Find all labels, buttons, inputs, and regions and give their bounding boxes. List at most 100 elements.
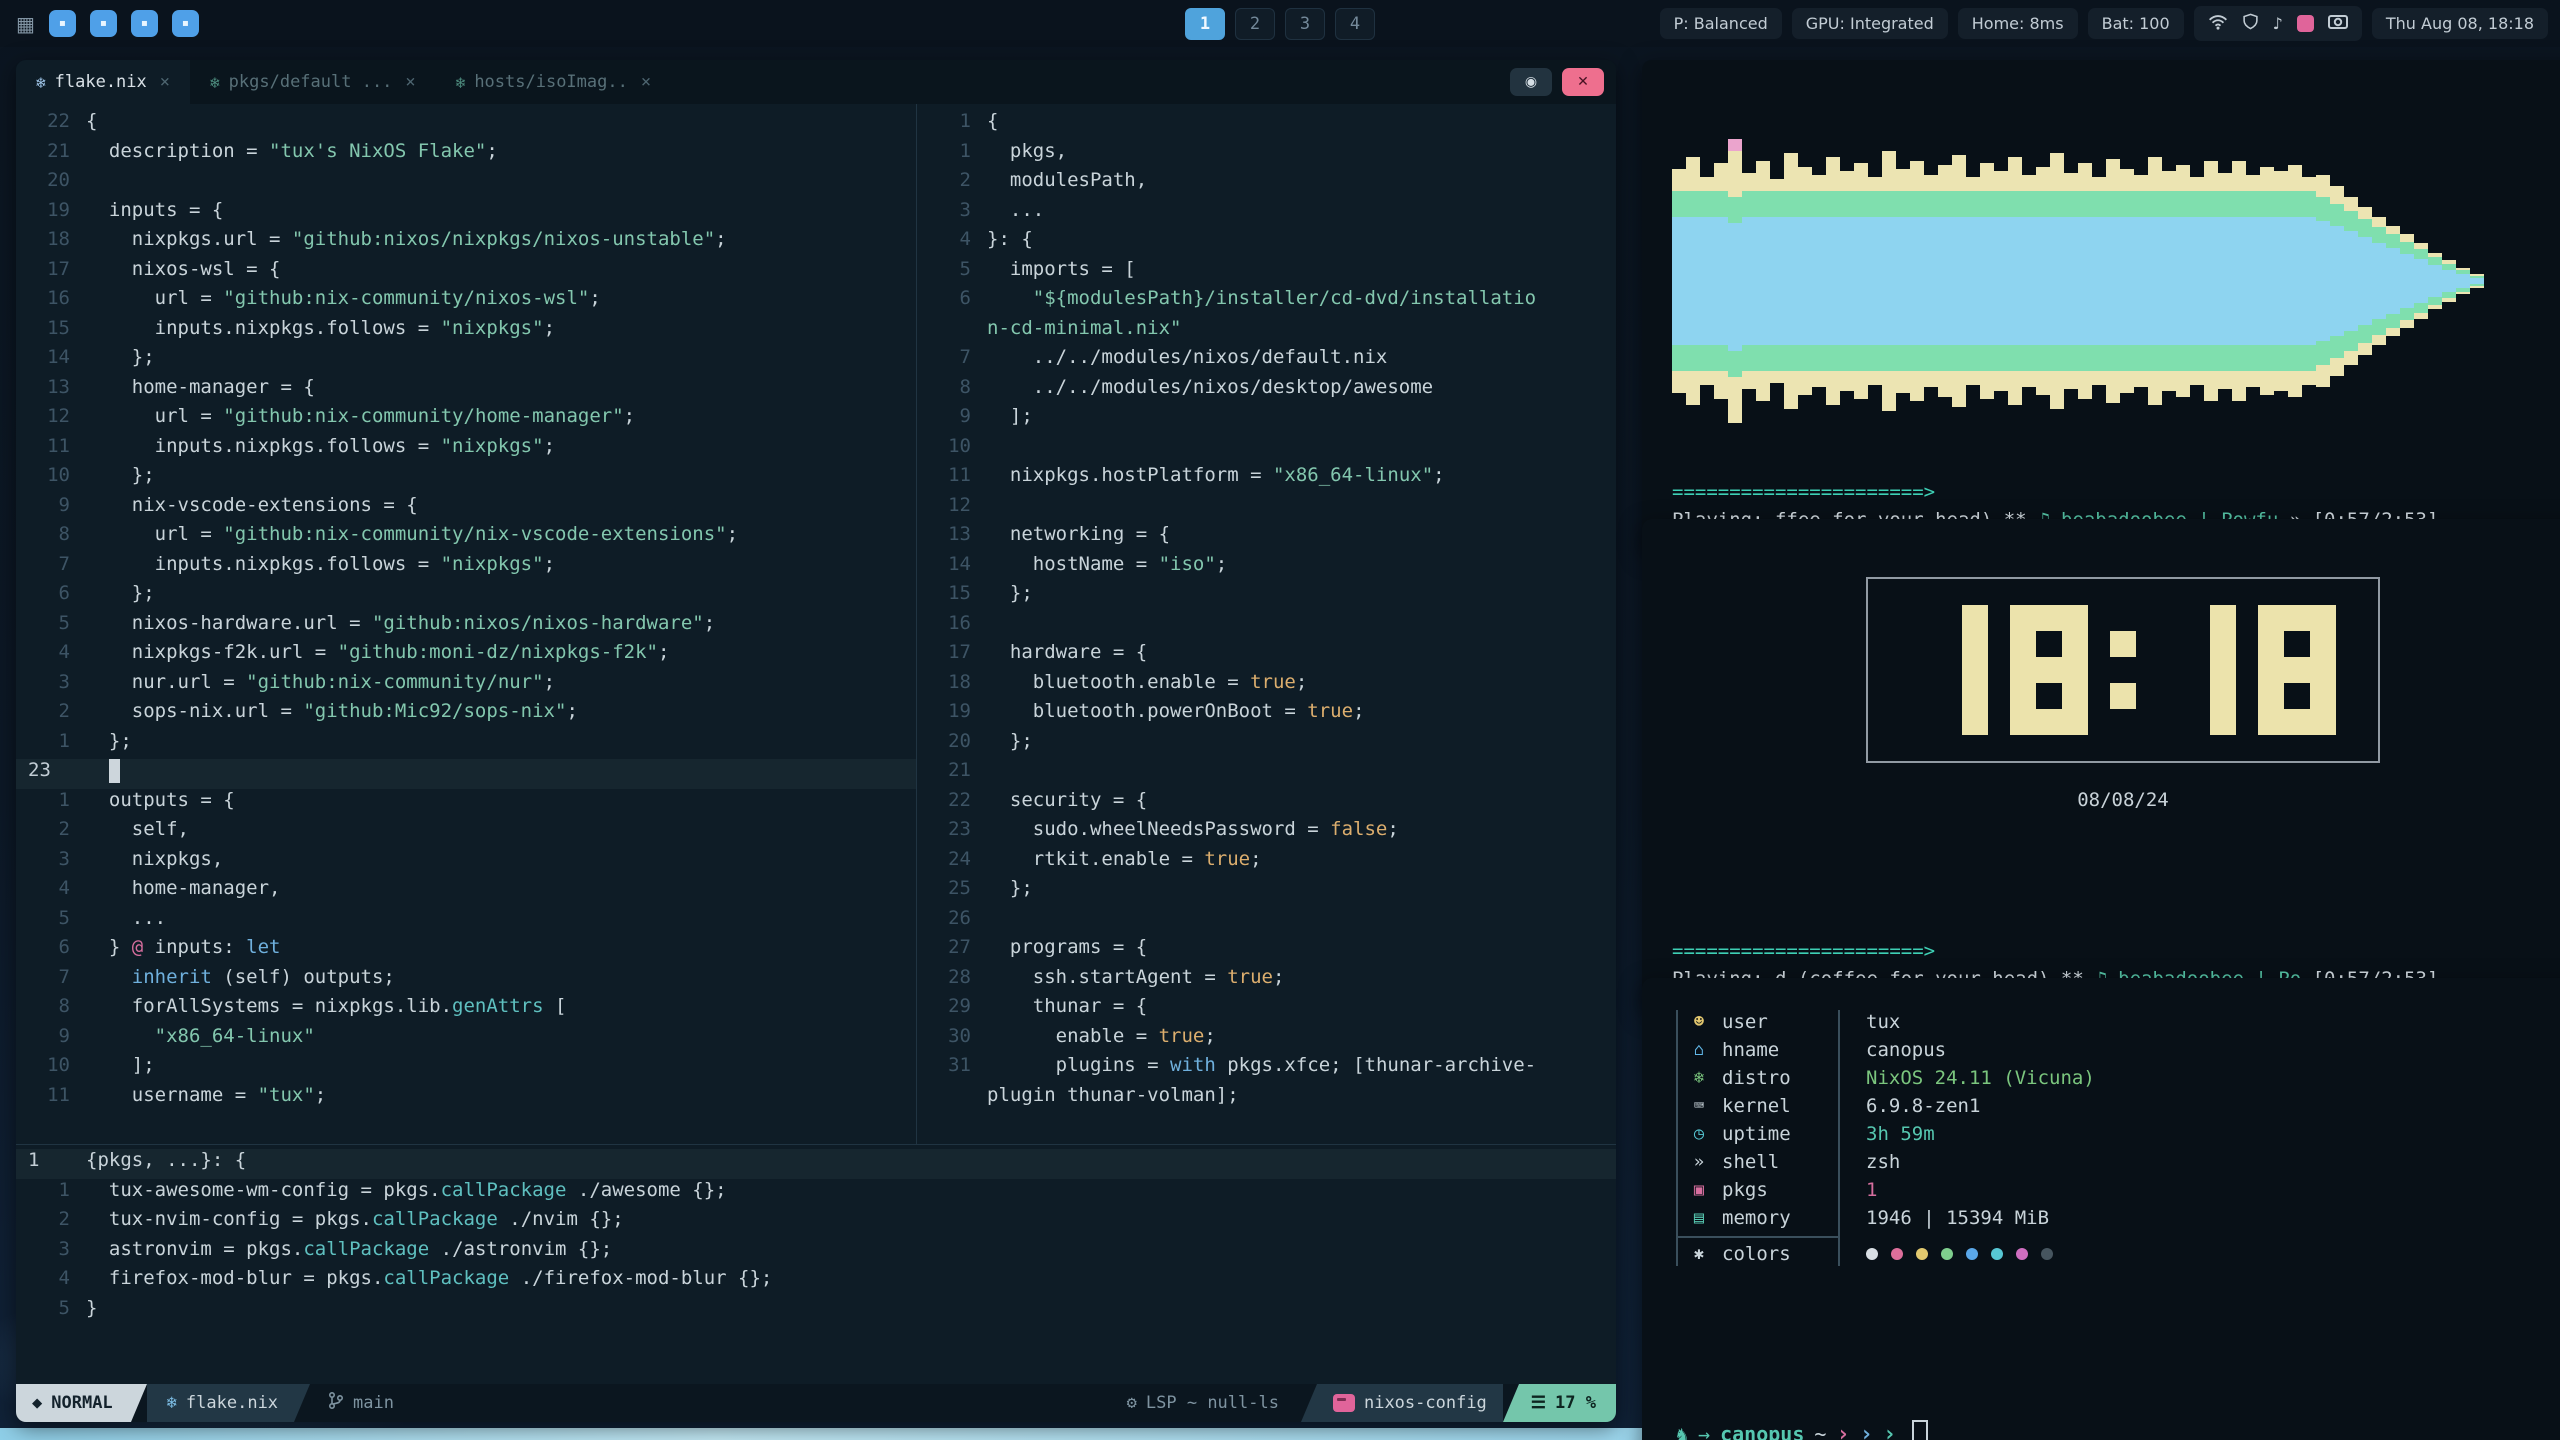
workspace-3[interactable]: 3 (1285, 8, 1325, 40)
code-line[interactable]: 22{ (16, 110, 916, 140)
code-line[interactable]: plugin thunar-volman]; (917, 1084, 1616, 1114)
code-line[interactable]: 19 inputs = { (16, 199, 916, 229)
code-line[interactable]: 9 nix-vscode-extensions = { (16, 494, 916, 524)
code-line[interactable]: 11 nixpkgs.hostPlatform = "x86_64-linux"… (917, 464, 1616, 494)
tab-pkgs-default[interactable]: ❄ pkgs/default ... × (190, 60, 436, 104)
code-line[interactable]: 1 pkgs, (917, 140, 1616, 170)
tag-icon[interactable]: ▪ (172, 10, 199, 37)
code-line[interactable]: 6 "${modulesPath}/installer/cd-dvd/insta… (917, 287, 1616, 317)
workspace-2[interactable]: 2 (1235, 8, 1275, 40)
code-line[interactable]: 10 }; (16, 464, 916, 494)
code-line[interactable]: n-cd-minimal.nix" (917, 317, 1616, 347)
code-line[interactable]: 30 enable = true; (917, 1025, 1616, 1055)
code-line[interactable]: 2 sops-nix.url = "github:Mic92/sops-nix"… (16, 700, 916, 730)
tag-icon[interactable]: ▪ (90, 10, 117, 37)
code-line[interactable]: 14 }; (16, 346, 916, 376)
code-line[interactable]: 4 home-manager, (16, 877, 916, 907)
code-line[interactable]: 10 ]; (16, 1054, 916, 1084)
code-line[interactable]: 4 firefox-mod-blur = pkgs.callPackage ./… (16, 1267, 1616, 1297)
titlebar-toggle-button[interactable]: ◉ (1510, 68, 1552, 96)
code-line[interactable]: 2 self, (16, 818, 916, 848)
code-line[interactable]: 1{pkgs, ...}: { (16, 1149, 1616, 1179)
code-line[interactable]: 4 nixpkgs-f2k.url = "github:moni-dz/nixp… (16, 641, 916, 671)
code-line[interactable]: 9 "x86_64-linux" (16, 1025, 916, 1055)
code-line[interactable]: 10 (917, 435, 1616, 465)
code-line[interactable]: 21 (917, 759, 1616, 789)
code-line[interactable]: 15 }; (917, 582, 1616, 612)
recorder-indicator[interactable] (2297, 15, 2314, 32)
neovim-window[interactable]: ❄ flake.nix × ❄ pkgs/default ... × ❄ hos… (16, 60, 1616, 1422)
code-line[interactable]: 15 inputs.nixpkgs.follows = "nixpkgs"; (16, 317, 916, 347)
code-line[interactable]: 11 inputs.nixpkgs.follows = "nixpkgs"; (16, 435, 916, 465)
volume-icon[interactable]: ♪ (2273, 16, 2283, 32)
vpn-shield-icon[interactable] (2242, 12, 2259, 35)
terminal-window[interactable]: ☻usertux⌂hnamecanopus❄distroNixOS 24.11 … (1642, 978, 2560, 1440)
code-line[interactable]: 3 ... (917, 199, 1616, 229)
code-line[interactable]: 5 imports = [ (917, 258, 1616, 288)
code-line[interactable]: 16 url = "github:nix-community/nixos-wsl… (16, 287, 916, 317)
code-line[interactable]: 19 bluetooth.powerOnBoot = true; (917, 700, 1616, 730)
code-line[interactable]: 20 }; (917, 730, 1616, 760)
code-line[interactable]: 1{ (917, 110, 1616, 140)
code-line[interactable]: 11 username = "tux"; (16, 1084, 916, 1114)
editor-pane-flake[interactable]: 22{21 description = "tux's NixOS Flake";… (16, 104, 916, 1144)
code-line[interactable]: 7 inputs.nixpkgs.follows = "nixpkgs"; (16, 553, 916, 583)
launcher-icon[interactable]: ▦ (16, 12, 35, 36)
music-visualizer-window[interactable]: ======================> Playing: ffee fo… (1642, 60, 2560, 551)
code-line[interactable]: 17 hardware = { (917, 641, 1616, 671)
tab-flake-nix[interactable]: ❄ flake.nix × (16, 60, 190, 104)
workspace-1[interactable]: 1 (1185, 8, 1225, 40)
code-line[interactable]: 13 home-manager = { (16, 376, 916, 406)
code-line[interactable]: 27 programs = { (917, 936, 1616, 966)
screenshot-icon[interactable] (2328, 13, 2348, 34)
code-line[interactable]: 13 networking = { (917, 523, 1616, 553)
code-line[interactable]: 5 nixos-hardware.url = "github:nixos/nix… (16, 612, 916, 642)
workspace-4[interactable]: 4 (1335, 8, 1375, 40)
code-line[interactable]: 18 nixpkgs.url = "github:nixos/nixpkgs/n… (16, 228, 916, 258)
code-line[interactable]: 12 (917, 494, 1616, 524)
code-line[interactable]: 31 plugins = with pkgs.xfce; [thunar-arc… (917, 1054, 1616, 1084)
code-line[interactable]: 16 (917, 612, 1616, 642)
code-line[interactable]: 22 security = { (917, 789, 1616, 819)
code-line[interactable]: 4}: { (917, 228, 1616, 258)
code-line[interactable]: 28 ssh.startAgent = true; (917, 966, 1616, 996)
code-line[interactable]: 21 description = "tux's NixOS Flake"; (16, 140, 916, 170)
code-line[interactable]: 29 thunar = { (917, 995, 1616, 1025)
code-line[interactable]: 3 nur.url = "github:nix-community/nur"; (16, 671, 916, 701)
wifi-icon[interactable] (2208, 13, 2228, 34)
code-line[interactable]: 5 ... (16, 907, 916, 937)
code-line[interactable]: 25 }; (917, 877, 1616, 907)
tab-close-icon[interactable]: × (641, 72, 651, 92)
code-line[interactable]: 14 hostName = "iso"; (917, 553, 1616, 583)
code-line[interactable]: 18 bluetooth.enable = true; (917, 671, 1616, 701)
tab-hosts-isoimage[interactable]: ❄ hosts/isoImag.. × (436, 60, 671, 104)
tag-icon[interactable]: ▪ (49, 10, 76, 37)
code-line[interactable]: 7 inherit (self) outputs; (16, 966, 916, 996)
code-line[interactable]: 8 ../../modules/nixos/desktop/awesome (917, 376, 1616, 406)
tag-icon[interactable]: ▪ (131, 10, 158, 37)
code-line[interactable]: 8 forAllSystems = nixpkgs.lib.genAttrs [ (16, 995, 916, 1025)
code-line[interactable]: 12 url = "github:nix-community/home-mana… (16, 405, 916, 435)
code-line[interactable]: 9 ]; (917, 405, 1616, 435)
code-line[interactable]: 6 }; (16, 582, 916, 612)
tab-close-icon[interactable]: × (405, 72, 415, 92)
code-line[interactable]: 6 } @ inputs: let (16, 936, 916, 966)
code-line[interactable]: 2 tux-nvim-config = pkgs.callPackage ./n… (16, 1208, 1616, 1238)
code-line[interactable]: 23 (16, 759, 916, 789)
code-line[interactable]: 8 url = "github:nix-community/nix-vscode… (16, 523, 916, 553)
code-line[interactable]: 17 nixos-wsl = { (16, 258, 916, 288)
code-line[interactable]: 2 modulesPath, (917, 169, 1616, 199)
code-line[interactable]: 1 outputs = { (16, 789, 916, 819)
editor-pane-pkgs-default[interactable]: 1{pkgs, ...}: {1 tux-awesome-wm-config =… (16, 1145, 1616, 1384)
code-line[interactable]: 26 (917, 907, 1616, 937)
editor-pane-isoimage[interactable]: 1{1 pkgs,2 modulesPath,3 ...4}: {5 impor… (917, 104, 1616, 1144)
code-line[interactable]: 1 tux-awesome-wm-config = pkgs.callPacka… (16, 1179, 1616, 1209)
code-line[interactable]: 7 ../../modules/nixos/default.nix (917, 346, 1616, 376)
code-line[interactable]: 5} (16, 1297, 1616, 1327)
code-line[interactable]: 24 rtkit.enable = true; (917, 848, 1616, 878)
tab-close-icon[interactable]: × (160, 72, 170, 92)
titlebar-close-button[interactable]: ✕ (1562, 68, 1604, 96)
code-line[interactable]: 1 }; (16, 730, 916, 760)
code-line[interactable]: 20 (16, 169, 916, 199)
code-line[interactable]: 3 nixpkgs, (16, 848, 916, 878)
